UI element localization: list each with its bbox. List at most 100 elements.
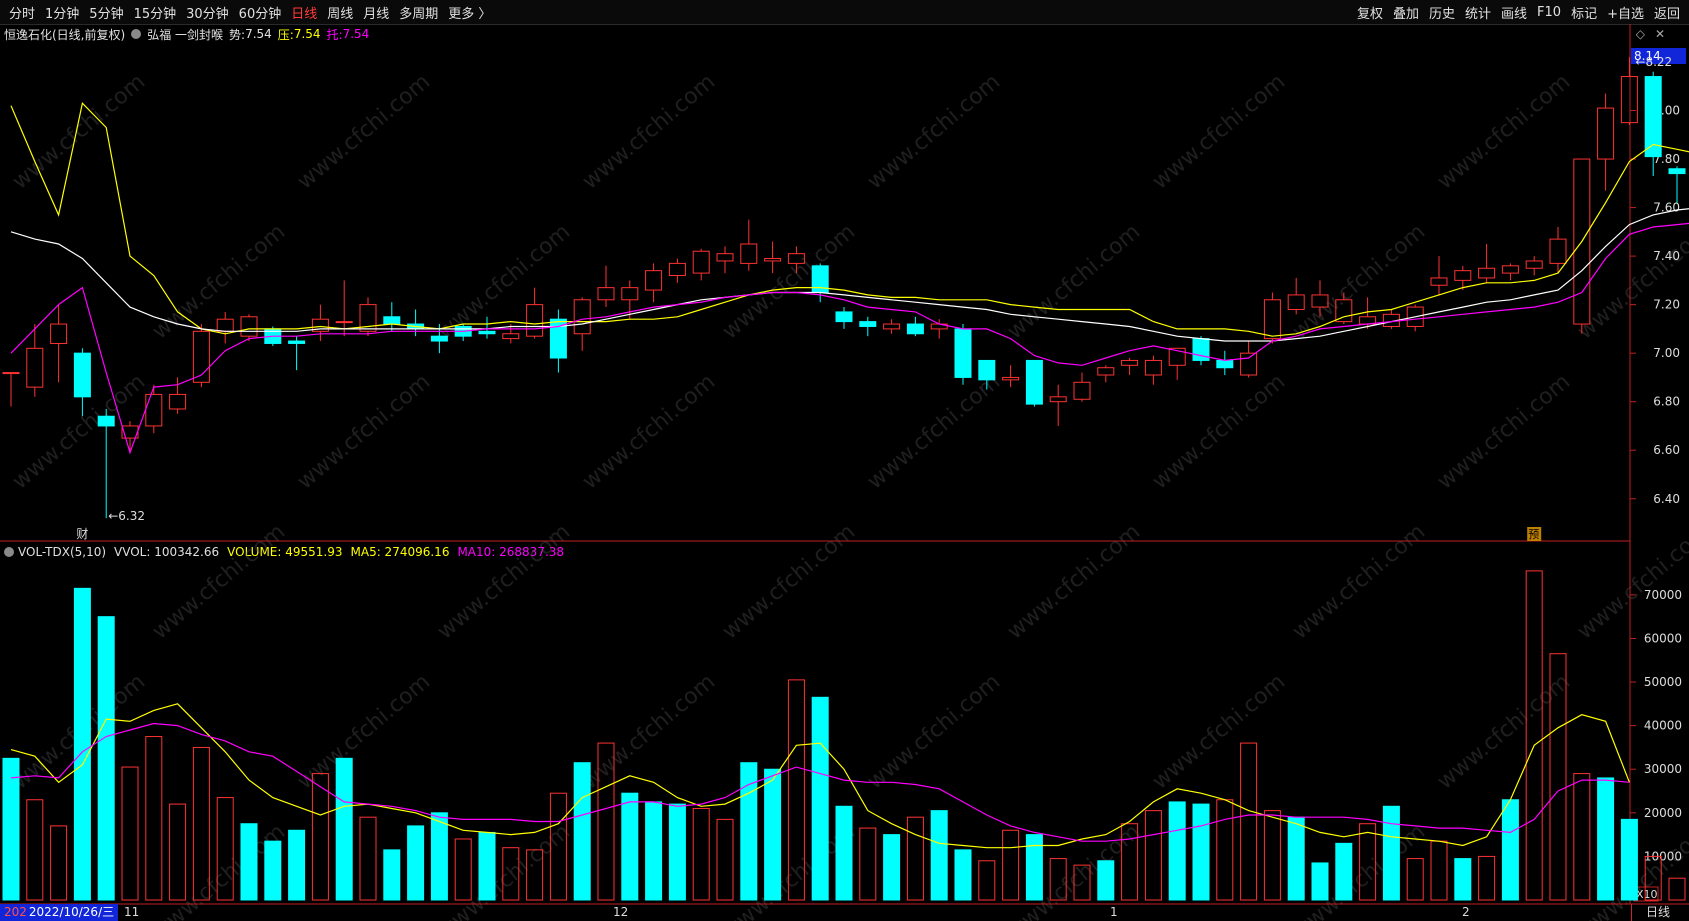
volume-bar <box>1573 773 1591 901</box>
candle <box>716 253 734 262</box>
tool-button-1[interactable]: 叠加 <box>1388 3 1424 22</box>
candle <box>1144 359 1162 376</box>
tool-button-4[interactable]: 画线 <box>1496 3 1532 22</box>
month-label-feb: 2 <box>1462 905 1470 919</box>
volume-bar <box>883 834 901 901</box>
watermark-text: www.cfchi.com <box>8 69 150 194</box>
volume-bar <box>192 746 210 901</box>
watermark-text: www.cfchi.com <box>578 369 720 494</box>
volume-bar <box>835 805 853 901</box>
period-tab-5[interactable]: 60分钟 <box>234 3 287 22</box>
period-tab-0[interactable]: 分时 <box>4 3 40 22</box>
candle <box>1335 299 1353 323</box>
volume-bar <box>216 797 234 901</box>
volume-bar <box>1359 823 1377 901</box>
candle <box>1525 260 1543 269</box>
volume-indicator-name: VOL-TDX(5,10) <box>18 545 107 559</box>
volume-bar <box>121 766 139 901</box>
settings-circle-icon[interactable] <box>4 547 14 557</box>
tool-button-7[interactable]: +自选 <box>1602 3 1649 22</box>
price-tick-label: 7.20 <box>1653 298 1680 312</box>
watermark-text: www.cfchi.com <box>863 669 1005 794</box>
shi-label: 势: <box>229 27 246 42</box>
month-label-dec: 12 <box>613 905 629 919</box>
tool-button-2[interactable]: 历史 <box>1424 3 1460 22</box>
volume-tick-label: 10000 <box>1644 849 1682 863</box>
volume-bar <box>1240 742 1258 901</box>
candle <box>240 316 258 337</box>
candle <box>1573 158 1591 325</box>
ma-magenta-line <box>10 222 1689 455</box>
volume-bar <box>1620 818 1638 901</box>
candle <box>906 323 924 335</box>
volume-tick-label: 40000 <box>1644 719 1682 733</box>
candle <box>1097 367 1115 376</box>
tool-button-8[interactable]: 返回 <box>1649 3 1685 22</box>
period-tab-10[interactable]: 更多 〉 <box>443 3 496 22</box>
forecast-event-flag: 预 <box>1528 528 1539 541</box>
candle <box>502 333 520 340</box>
candle <box>192 330 210 383</box>
volume-bar <box>288 829 306 901</box>
volume-bar <box>1073 864 1091 901</box>
low-price-label: ←6.32 <box>108 509 145 523</box>
volume-bar <box>454 838 472 901</box>
candle <box>97 415 115 427</box>
price-axis: 6.40 6.60 6.80 7.00 7.20 7.40 7.60 7.80 8.00 <box>1630 104 1680 506</box>
candle <box>454 325 472 337</box>
volume-bar <box>1335 842 1353 901</box>
candle <box>50 323 68 344</box>
candle <box>930 323 948 330</box>
tool-button-6[interactable]: 标记 <box>1566 3 1602 22</box>
candle <box>311 318 329 332</box>
period-tab-2[interactable]: 5分钟 <box>84 3 128 22</box>
shi-value: 7.54 <box>245 27 272 41</box>
period-tab-6[interactable]: 日线 <box>286 3 322 22</box>
volume-bar <box>359 816 377 901</box>
stock-title: 恒逸石化(日线,前复权) <box>4 27 126 42</box>
volume-axis: 10000 20000 30000 40000 50000 60000 70000 X10 <box>1630 588 1682 902</box>
annotation-layer: ←8.22←6.32财预 <box>76 55 1672 541</box>
volume-bar <box>1501 799 1519 901</box>
volume-bar <box>478 831 496 901</box>
watermark-text: www.cfchi.com <box>1433 669 1575 794</box>
period-tab-8[interactable]: 月线 <box>358 3 394 22</box>
candle <box>835 311 853 323</box>
diamond-icon[interactable]: ◇ <box>1636 27 1645 41</box>
candle <box>1049 396 1067 403</box>
price-tick-label: 6.40 <box>1653 492 1680 506</box>
candle <box>1501 265 1519 274</box>
settings-circle-icon[interactable] <box>131 29 142 39</box>
candle <box>264 328 282 344</box>
volume-bar <box>502 847 520 901</box>
candle <box>597 287 615 301</box>
candle <box>645 270 663 291</box>
current-price-tag: 8.14 <box>1631 48 1686 64</box>
volume-bar <box>1025 834 1043 901</box>
tool-button-5[interactable]: F10 <box>1532 5 1566 20</box>
period-tab-9[interactable]: 多周期 <box>394 3 443 22</box>
tool-button-0[interactable]: 复权 <box>1352 3 1388 22</box>
period-tab-4[interactable]: 30分钟 <box>181 3 234 22</box>
volume-bar <box>240 823 258 901</box>
watermark-text: www.cfchi.com <box>863 69 1005 194</box>
candle <box>1287 294 1305 310</box>
volume-bar <box>1216 799 1234 901</box>
period-tabs: 分时 1分钟 5分钟 15分钟 30分钟 60分钟 日线 周线 月线 多周期 更多 〉 <box>4 0 496 24</box>
candle <box>1192 338 1210 361</box>
volume-tick-label: 70000 <box>1644 588 1682 602</box>
candle <box>288 340 306 344</box>
close-icon[interactable]: ✕ <box>1655 27 1665 41</box>
volume-tick-label: 30000 <box>1644 762 1682 776</box>
volume-bar <box>1478 855 1496 901</box>
volume-tick-label: 50000 <box>1644 675 1682 689</box>
tool-button-3[interactable]: 统计 <box>1460 3 1496 22</box>
candle <box>978 359 996 381</box>
watermark-text: www.cfchi.com <box>1288 219 1430 344</box>
finance-event-flag: 财 <box>76 527 88 541</box>
volume-bar <box>1430 840 1448 901</box>
kline-chart: www.cfchi.com www.cfchi.com www.cfchi.com w… <box>0 24 1689 921</box>
period-tab-1[interactable]: 1分钟 <box>40 3 84 22</box>
period-tab-3[interactable]: 15分钟 <box>129 3 182 22</box>
period-tab-7[interactable]: 周线 <box>322 3 358 22</box>
